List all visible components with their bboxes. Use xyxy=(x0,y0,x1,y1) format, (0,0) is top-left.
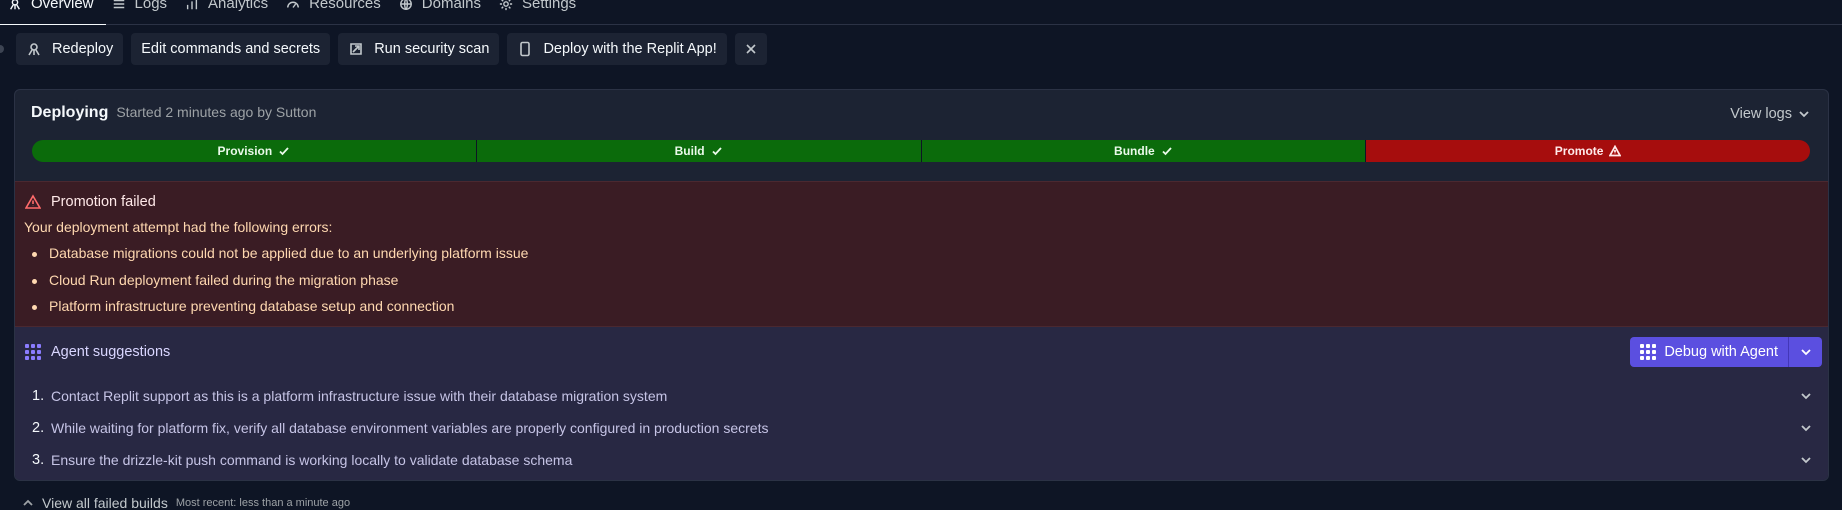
gear-icon xyxy=(499,0,513,11)
edit-commands-button[interactable]: Edit commands and secrets xyxy=(131,33,331,65)
suggestion-number: 1. xyxy=(32,388,45,404)
edit-commands-label: Edit commands and secrets xyxy=(141,41,321,57)
error-item: Platform infrastructure preventing datab… xyxy=(24,298,528,325)
replit-app-label: Deploy with the Replit App! xyxy=(543,41,717,57)
chevron-up-icon xyxy=(23,499,33,506)
suggestion-item[interactable]: 3. Ensure the drizzle-kit push command i… xyxy=(15,444,1828,476)
gauge-icon xyxy=(287,1,300,8)
check-icon xyxy=(279,147,289,156)
stage-label: Build xyxy=(674,144,705,158)
tab-label: Logs xyxy=(134,0,168,12)
chevron-down-icon xyxy=(1801,393,1811,400)
error-title-text: Promotion failed xyxy=(51,194,156,210)
bar-chart-icon xyxy=(186,0,198,10)
stage-label: Promote xyxy=(1554,144,1604,158)
error-list: Database migrations could not be applied… xyxy=(24,245,528,325)
deploy-icon xyxy=(28,43,40,56)
tab-label: Settings xyxy=(521,0,577,12)
dismiss-button[interactable] xyxy=(734,33,767,65)
agent-icon xyxy=(25,344,41,360)
suggestion-text: Contact Replit support as this is a plat… xyxy=(51,388,668,404)
close-icon xyxy=(746,44,756,54)
suggestion-list: 1. Contact Replit support as this is a p… xyxy=(15,380,1828,476)
deployment-status: Deploying xyxy=(31,104,109,121)
view-logs-label: View logs xyxy=(1730,106,1792,122)
tab-domains[interactable]: Domains xyxy=(393,0,493,16)
tab-resources[interactable]: Resources xyxy=(280,0,393,16)
check-icon xyxy=(1162,147,1172,156)
debug-with-agent-button: Debug with Agent xyxy=(1630,337,1822,367)
error-item: Database migrations could not be applied… xyxy=(24,245,528,272)
chevron-down-icon xyxy=(1799,111,1809,118)
scroll-edge xyxy=(0,33,8,65)
globe-icon xyxy=(399,0,412,10)
redeploy-button[interactable]: Redeploy xyxy=(16,33,124,65)
stage-bundle: Bundle xyxy=(920,140,1366,162)
suggestion-item[interactable]: 2. While waiting for platform fix, verif… xyxy=(15,412,1828,444)
warning-icon xyxy=(1609,145,1622,157)
suggestion-number: 2. xyxy=(32,420,45,436)
tab-label: Domains xyxy=(421,0,481,12)
suggestion-number: 3. xyxy=(32,452,45,468)
deployment-card: Deploying Started 2 minutes ago by Sutto… xyxy=(14,89,1829,481)
chevron-down-icon xyxy=(1801,425,1811,432)
security-scan-label: Run security scan xyxy=(374,41,490,57)
error-title: Promotion failed xyxy=(25,194,156,210)
chevron-down-icon xyxy=(1800,349,1811,356)
tab-analytics[interactable]: Analytics xyxy=(179,0,280,16)
tab-settings[interactable]: Settings xyxy=(493,0,588,16)
view-logs-button[interactable]: View logs xyxy=(1730,106,1810,122)
tab-label: Analytics xyxy=(208,0,269,12)
tab-overview[interactable]: Overview xyxy=(0,0,106,25)
list-icon xyxy=(113,0,124,9)
check-icon xyxy=(711,147,722,156)
deployment-toolbar: Redeploy Edit commands and secrets Run s… xyxy=(0,33,767,65)
agent-title: Agent suggestions xyxy=(25,344,170,360)
suggestion-text: While waiting for platform fix, verify a… xyxy=(51,420,769,436)
suggestion-item[interactable]: 1. Contact Replit support as this is a p… xyxy=(15,380,1828,412)
stage-label: Provision xyxy=(217,144,273,158)
debug-label: Debug with Agent xyxy=(1664,344,1778,360)
shield-scan-icon xyxy=(350,43,362,55)
security-scan-button[interactable]: Run security scan xyxy=(338,33,500,65)
deployment-pipeline: Provision Build Bundle Promote xyxy=(32,140,1810,162)
deployment-tab-bar: Overview Logs Analytics Resources Domain… xyxy=(0,0,1842,25)
redeploy-label: Redeploy xyxy=(52,41,114,57)
agent-suggestions-panel: Agent suggestions Debug with Agent 1. Co… xyxy=(15,327,1828,480)
error-item: Cloud Run deployment failed during the m… xyxy=(24,272,528,299)
stage-label: Bundle xyxy=(1114,144,1155,158)
chevron-down-icon xyxy=(1801,457,1811,464)
tab-label: Resources xyxy=(309,0,381,12)
tab-logs[interactable]: Logs xyxy=(106,0,180,16)
debug-main-button[interactable]: Debug with Agent xyxy=(1630,337,1788,367)
tab-label: Overview xyxy=(31,0,94,12)
deployments-icon xyxy=(10,0,20,10)
debug-options-button[interactable] xyxy=(1788,337,1822,367)
error-panel: Promotion failed Your deployment attempt… xyxy=(15,181,1828,327)
phone-icon xyxy=(520,41,531,57)
view-failed-builds[interactable]: View all failed builds Most recent: less… xyxy=(22,494,350,510)
suggestion-text: Ensure the drizzle-kit push command is w… xyxy=(51,452,573,468)
error-intro: Your deployment attempt had the followin… xyxy=(24,219,333,235)
agent-title-text: Agent suggestions xyxy=(51,344,171,360)
stage-promote: Promote xyxy=(1365,140,1810,162)
stage-build: Build xyxy=(475,140,921,162)
failed-builds-label: View all failed builds xyxy=(42,495,168,510)
stage-provision: Provision xyxy=(32,140,476,162)
replit-app-button[interactable]: Deploy with the Replit App! xyxy=(507,33,727,65)
failed-builds-subtitle: Most recent: less than a minute ago xyxy=(175,497,351,509)
deployment-header: Deploying Started 2 minutes ago by Sutto… xyxy=(31,104,316,122)
deployment-subtitle: Started 2 minutes ago by Sutton xyxy=(116,104,317,120)
agent-icon xyxy=(1640,344,1657,360)
warning-icon xyxy=(25,194,41,209)
